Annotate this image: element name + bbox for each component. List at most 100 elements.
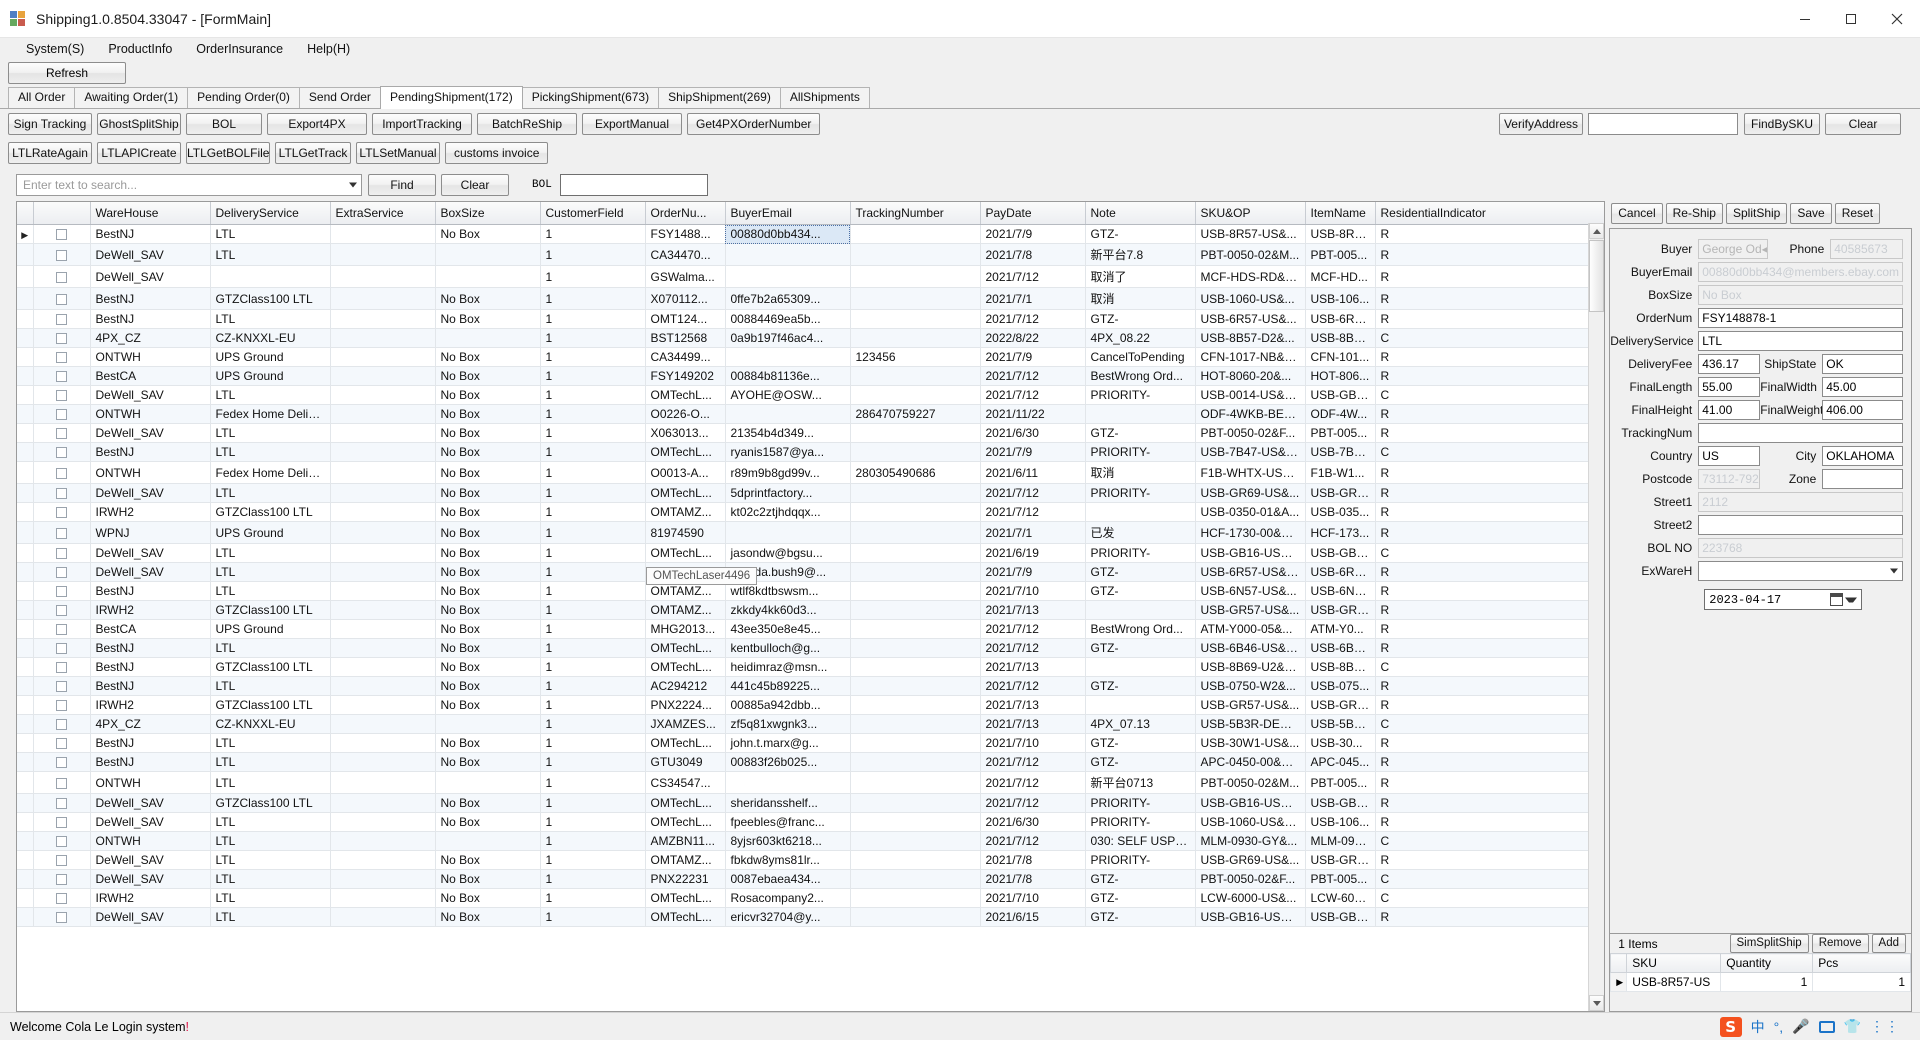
cell-residentialindicator[interactable]: C: [1375, 657, 1605, 677]
cell-note[interactable]: 取消了: [1085, 265, 1196, 288]
cell-boxsize[interactable]: No Box: [435, 600, 541, 620]
row-checkbox[interactable]: [33, 265, 91, 288]
cell-sku-op[interactable]: USB-8B57-D2&...: [1195, 328, 1306, 348]
cell-buyeremail[interactable]: Rosacompany2...: [725, 888, 851, 908]
cell-warehouse[interactable]: DeWell_SAV: [90, 385, 211, 405]
cell-deliveryservice[interactable]: LTL: [210, 850, 331, 870]
cell-warehouse[interactable]: ONTWH: [90, 461, 211, 484]
cell-deliveryservice[interactable]: GTZClass100 LTL: [210, 600, 331, 620]
cell-extraservice[interactable]: [330, 793, 436, 813]
cell-warehouse[interactable]: DeWell_SAV: [90, 543, 211, 563]
checkbox-icon[interactable]: [56, 700, 67, 712]
row-selector[interactable]: [17, 502, 34, 522]
cell-customerfield[interactable]: 1: [540, 309, 646, 329]
cell-itemname[interactable]: USB-6N5...: [1305, 581, 1376, 601]
cell-paydate[interactable]: 2021/7/12: [980, 676, 1086, 696]
checkbox-icon[interactable]: [56, 467, 67, 479]
table-row[interactable]: IRWH2 LTL No Box 1 OMTechL... Rosacompany2...…: [17, 888, 1605, 908]
cell-deliveryservice[interactable]: [210, 265, 331, 288]
checkbox-icon[interactable]: [56, 527, 67, 539]
row-selector[interactable]: [17, 907, 34, 927]
table-row[interactable]: DeWell_SAV LTL No Box 1 OMTechL... 5dprintfac…: [17, 483, 1605, 503]
cell-warehouse[interactable]: DeWell_SAV: [90, 423, 211, 443]
cell-sku-op[interactable]: F1B-WHTX-US&...: [1195, 461, 1306, 484]
cell-note[interactable]: [1085, 600, 1196, 620]
ltl-get-track-button[interactable]: LTLGetTrack: [275, 142, 351, 164]
cell-warehouse[interactable]: IRWH2: [90, 502, 211, 522]
boxsize-field[interactable]: No Box: [1698, 285, 1903, 305]
cell-customerfield[interactable]: 1: [540, 869, 646, 889]
menu-item-system[interactable]: System(S): [14, 40, 96, 58]
cell-ordernumber[interactable]: 81974590: [645, 521, 726, 544]
cell-trackingnumber[interactable]: 123456: [850, 347, 981, 367]
customs-invoice-button[interactable]: customs invoice: [445, 142, 549, 164]
cell-customerfield[interactable]: 1: [540, 287, 646, 310]
cell-residentialindicator[interactable]: R: [1375, 600, 1605, 620]
cell-buyeremail[interactable]: fpeebles@franc...: [725, 812, 851, 832]
cell-trackingnumber[interactable]: [850, 793, 981, 813]
cell-extraservice[interactable]: [330, 423, 436, 443]
col-residentialindicator[interactable]: ResidentialIndicator: [1375, 202, 1605, 225]
cell-buyeremail[interactable]: 0087ebaea434...: [725, 869, 851, 889]
cell-itemname[interactable]: USB-GR5...: [1305, 600, 1376, 620]
cell-trackingnumber[interactable]: [850, 385, 981, 405]
cell-buyeremail[interactable]: [725, 243, 851, 266]
row-selector[interactable]: [17, 423, 34, 443]
items-cell-quantity[interactable]: 1: [1720, 972, 1814, 992]
row-selector[interactable]: [17, 347, 34, 367]
cell-buyeremail[interactable]: ryanis1587@ya...: [725, 442, 851, 462]
cell-paydate[interactable]: 2021/7/9: [980, 347, 1086, 367]
cell-extraservice[interactable]: [330, 907, 436, 927]
row-selector[interactable]: [17, 385, 34, 405]
checkbox-icon[interactable]: [56, 488, 67, 500]
row-selector[interactable]: [17, 461, 34, 484]
punctuation-mode-icon[interactable]: °,: [1774, 1019, 1784, 1035]
maximize-button[interactable]: [1828, 0, 1874, 38]
cell-deliveryservice[interactable]: LTL: [210, 243, 331, 266]
cell-buyeremail[interactable]: fbkdw8yms81lr...: [725, 850, 851, 870]
col-boxsize[interactable]: BoxSize: [435, 202, 541, 225]
cell-paydate[interactable]: 2021/7/13: [980, 657, 1086, 677]
cell-buyeremail[interactable]: kt02c2ztjhdqqx...: [725, 502, 851, 522]
cell-warehouse[interactable]: IRWH2: [90, 695, 211, 715]
cell-customerfield[interactable]: 1: [540, 831, 646, 851]
col-sku-op[interactable]: SKU&OP: [1195, 202, 1306, 225]
cell-warehouse[interactable]: DeWell_SAV: [90, 869, 211, 889]
col-customerfield[interactable]: CustomerField: [540, 202, 646, 225]
cell-deliveryservice[interactable]: Fedex Home Delivery: [210, 404, 331, 424]
row-checkbox[interactable]: [33, 733, 91, 753]
cell-itemname[interactable]: USB-GB1...: [1305, 907, 1376, 927]
cell-deliveryservice[interactable]: LTL: [210, 442, 331, 462]
cell-sku-op[interactable]: HCF-1730-00&Al...: [1195, 521, 1306, 544]
postcode-field[interactable]: 73112-7924: [1698, 469, 1761, 489]
cell-trackingnumber[interactable]: [850, 543, 981, 563]
cell-deliveryservice[interactable]: GTZClass100 LTL: [210, 657, 331, 677]
cell-warehouse[interactable]: ONTWH: [90, 347, 211, 367]
row-selector[interactable]: [17, 328, 34, 348]
table-row[interactable]: IRWH2 GTZClass100 LTL No Box 1 OMTAMZ... kt02…: [17, 502, 1605, 522]
cell-warehouse[interactable]: BestCA: [90, 619, 211, 639]
cell-buyeremail[interactable]: 00885a942dbb...: [725, 695, 851, 715]
cell-paydate[interactable]: 2021/6/15: [980, 907, 1086, 927]
cell-itemname[interactable]: USB-GB1...: [1305, 793, 1376, 813]
row-checkbox[interactable]: [33, 638, 91, 658]
cell-extraservice[interactable]: [330, 385, 436, 405]
cell-deliveryservice[interactable]: LTL: [210, 888, 331, 908]
skin-icon[interactable]: 👕: [1844, 1018, 1861, 1035]
col-note[interactable]: Note: [1085, 202, 1196, 225]
add-item-button[interactable]: Add: [1871, 934, 1906, 953]
cell-deliveryservice[interactable]: LTL: [210, 423, 331, 443]
tab-ship-shipment[interactable]: ShipShipment(269): [658, 87, 781, 108]
cell-ordernumber[interactable]: BST12568: [645, 328, 726, 348]
cell-paydate[interactable]: 2021/7/12: [980, 502, 1086, 522]
cell-note[interactable]: GTZ-: [1085, 638, 1196, 658]
row-selector[interactable]: [17, 404, 34, 424]
checkbox-icon[interactable]: [56, 681, 67, 693]
cell-buyeremail[interactable]: 00884b81136e...: [725, 366, 851, 386]
cell-boxsize[interactable]: No Box: [435, 793, 541, 813]
table-row[interactable]: DeWell_SAV LTL No Box 1 OMTechL... ericvr3270…: [17, 907, 1605, 927]
table-row[interactable]: BestNJ LTL No Box 1 OMTechL... john.t.marx@g.…: [17, 733, 1605, 753]
cell-note[interactable]: [1085, 502, 1196, 522]
cell-extraservice[interactable]: [330, 366, 436, 386]
cell-paydate[interactable]: 2021/11/22: [980, 404, 1086, 424]
